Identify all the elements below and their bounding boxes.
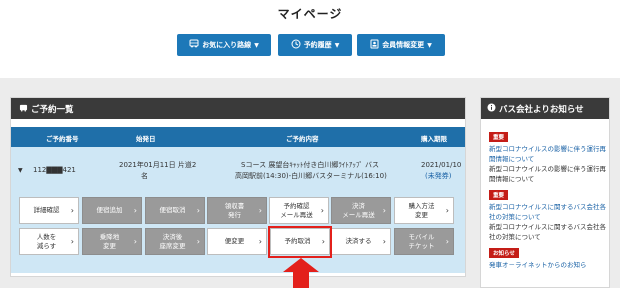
notice-badge: お知らせ — [489, 248, 519, 258]
page-header: マイページ お気に入り路線 ▼ 予約履歴 ▼ 会員情報変更 ▼ — [0, 0, 620, 78]
news-link[interactable]: 新型コロナウイルスに関するバス会社各社の対策について — [489, 202, 607, 222]
receipt-button[interactable]: 領収書 発行 › — [207, 197, 267, 224]
chevron-right-icon: › — [133, 206, 137, 215]
chevron-right-icon: › — [70, 237, 74, 246]
reservation-number: 112▇▇▇421 — [33, 166, 76, 174]
info-icon — [487, 103, 496, 114]
chevron-right-icon: › — [382, 206, 386, 215]
content-line2: 高岡駅前(14:30)-白川郷バスターミナル(16:10) — [235, 172, 387, 180]
add-seat-button[interactable]: 便宿追加 › — [82, 197, 142, 224]
chevron-right-icon: › — [445, 206, 449, 215]
nav-reservation-history-button[interactable]: 予約履歴 ▼ — [278, 34, 352, 56]
news-link[interactable]: 新型コロナウイルスの影響に伴う運行再開情報について — [489, 144, 607, 164]
chevron-right-icon: › — [382, 237, 386, 246]
caret-down-icon: ▼ — [427, 41, 432, 49]
page-title: マイページ — [277, 7, 343, 21]
important-badge: 重要 — [489, 132, 509, 142]
chevron-right-icon: › — [258, 206, 262, 215]
nav-favorite-routes-button[interactable]: お気に入り路線 ▼ — [177, 34, 271, 56]
news-panel: バス会社よりお知らせ 重要 新型コロナウイルスの影響に伴う運行再開情報について … — [480, 97, 610, 288]
news-list: 重要 新型コロナウイルスの影響に伴う運行再開情報について 新型コロナウイルスの影… — [489, 132, 607, 276]
change-purchase-button[interactable]: 購入方法 変更 › — [394, 197, 454, 224]
content-line1: Sコース 展望台ｷｬｯﾄ付き白川郷ﾗｲﾄｱｯﾌﾟ バス — [241, 161, 380, 169]
panel-title: ご予約一覧 — [31, 104, 74, 115]
resend-confirmation-button[interactable]: 予約確認 メール再送 › — [269, 197, 329, 224]
panel-header: ご予約一覧 — [11, 98, 465, 119]
table-header: ご予約番号 始発日 ご予約内容 購入期限 — [11, 127, 465, 147]
red-arrow-up-icon — [283, 258, 319, 288]
chevron-right-icon: › — [445, 237, 449, 246]
reduce-passengers-button[interactable]: 人数を 減らす › — [19, 228, 79, 255]
news-item: お知らせ 発車オ－ライネットからのお知ら — [489, 248, 607, 270]
column-header: 購入期限 — [421, 135, 447, 143]
news-text: 新型コロナウイルスの影響に伴う運行再開情報について — [489, 165, 606, 183]
deadline-date: 2021/01/10 — [421, 161, 462, 169]
resend-payment-button[interactable]: 決済 メール再送 › — [331, 197, 391, 224]
nav-label: 会員情報変更 — [382, 41, 425, 49]
chevron-right-icon: › — [70, 206, 74, 215]
chevron-right-icon: › — [196, 237, 200, 246]
caret-down-icon: ▼ — [254, 41, 259, 49]
cancel-seat-button[interactable]: 便宿取消 › — [145, 197, 205, 224]
column-header: 始発日 — [136, 135, 156, 143]
news-link[interactable]: 発車オ－ライネットからのお知ら — [489, 260, 607, 270]
change-stop-button[interactable]: 乗降地 変更 › — [82, 228, 142, 255]
mobile-ticket-button[interactable]: モバイル チケット › — [394, 228, 454, 255]
ticket-status: (未発券) — [425, 172, 452, 180]
id-card-icon — [370, 39, 379, 52]
news-item: 重要 新型コロナウイルスの影響に伴う運行再開情報について 新型コロナウイルスの影… — [489, 132, 607, 184]
chevron-right-icon: › — [258, 237, 262, 246]
chevron-right-icon: › — [133, 237, 137, 246]
news-item: 重要 新型コロナウイルスに関するバス会社各社の対策について 新型コロナウイルスに… — [489, 190, 607, 242]
change-seat-after-payment-button[interactable]: 決済後 座席変更 › — [145, 228, 205, 255]
news-text: 新型コロナウイルスに関するバス会社各社の対策について — [489, 223, 606, 241]
chevron-right-icon: › — [320, 206, 324, 215]
change-trip-button[interactable]: 便変更 › — [207, 228, 267, 255]
start-date-line1: 2021年01月11日 片道2 — [119, 161, 197, 169]
expand-toggle-icon[interactable]: ▼ — [18, 167, 23, 174]
nav-label: お気に入り路線 — [202, 41, 252, 49]
nav-label: 予約履歴 — [303, 41, 332, 49]
panel-header: バス会社よりお知らせ — [481, 98, 609, 119]
caret-down-icon: ▼ — [334, 41, 340, 49]
important-badge: 重要 — [489, 190, 509, 200]
nav-member-info-button[interactable]: 会員情報変更 ▼ — [357, 34, 445, 56]
pay-button[interactable]: 決済する › — [331, 228, 391, 255]
panel-title: バス会社よりお知らせ — [499, 104, 584, 115]
start-date-line2: 名 — [141, 172, 148, 180]
clock-icon — [291, 39, 301, 52]
bus-icon — [189, 39, 199, 51]
detail-button[interactable]: 詳細確認 › — [19, 197, 79, 224]
highlight-box — [268, 226, 332, 258]
chevron-right-icon: › — [196, 206, 200, 215]
bus-icon — [19, 104, 28, 114]
column-header: ご予約番号 — [46, 135, 79, 143]
column-header: ご予約内容 — [286, 135, 319, 143]
